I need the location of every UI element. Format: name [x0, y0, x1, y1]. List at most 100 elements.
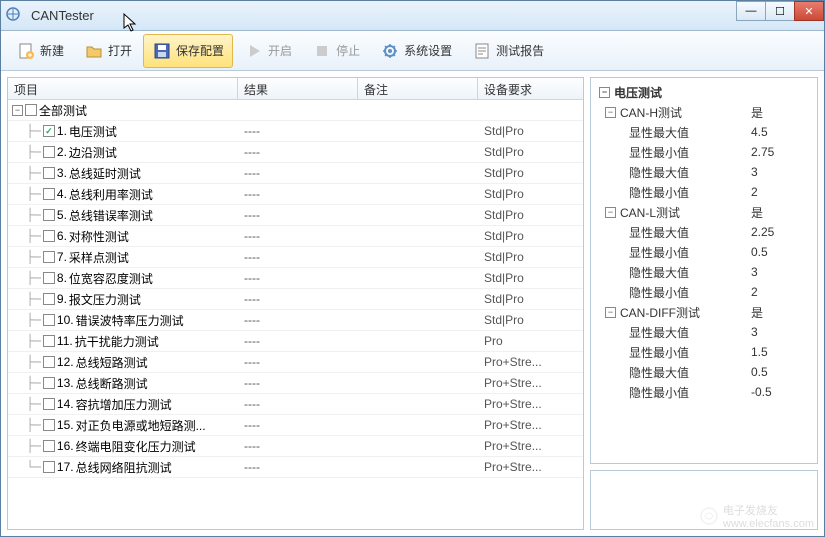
item-label: 总线利用率测试: [69, 186, 153, 203]
item-checkbox[interactable]: [43, 251, 55, 263]
prop-value[interactable]: 3: [751, 165, 811, 179]
prop-value[interactable]: 1.5: [751, 345, 811, 359]
prop-item[interactable]: 显性最大值4.5: [593, 122, 815, 142]
tree-root[interactable]: − 全部测试: [8, 100, 583, 121]
col-result[interactable]: 结果: [238, 78, 358, 99]
prop-group[interactable]: −CAN-H测试是: [593, 102, 815, 122]
tree-item[interactable]: ├─ 15. 对正负电源或地短路测...----Pro+Stre...: [8, 415, 583, 436]
minimize-button[interactable]: —: [736, 1, 766, 21]
tree-body[interactable]: − 全部测试 ├─ 1. 电压测试----Std|Pro ├─ 2. 边沿测试-…: [8, 100, 583, 529]
item-checkbox[interactable]: [43, 335, 55, 347]
test-report-button[interactable]: 测试报告: [463, 34, 553, 68]
prop-value[interactable]: 2: [751, 185, 811, 199]
tree-item[interactable]: ├─ 5. 总线错误率测试----Std|Pro: [8, 205, 583, 226]
item-checkbox[interactable]: [43, 419, 55, 431]
prop-item[interactable]: 显性最小值1.5: [593, 342, 815, 362]
prop-value[interactable]: 2.25: [751, 225, 811, 239]
prop-item[interactable]: 隐性最小值2: [593, 182, 815, 202]
play-icon: [244, 41, 264, 61]
system-settings-button[interactable]: 系统设置: [371, 34, 461, 68]
start-button[interactable]: 开启: [235, 34, 301, 68]
prop-name: 显性最大值: [629, 324, 751, 341]
property-panel[interactable]: −电压测试−CAN-H测试是显性最大值4.5显性最小值2.75隐性最大值3隐性最…: [590, 77, 818, 464]
prop-value[interactable]: 4.5: [751, 125, 811, 139]
root-checkbox[interactable]: [25, 104, 37, 116]
close-button[interactable]: ✕: [794, 1, 824, 21]
item-checkbox[interactable]: [43, 293, 55, 305]
item-checkbox[interactable]: [43, 230, 55, 242]
prop-title: 电压测试: [614, 84, 811, 101]
prop-item[interactable]: 隐性最大值0.5: [593, 362, 815, 382]
item-result: ----: [238, 292, 358, 306]
item-checkbox[interactable]: [43, 398, 55, 410]
item-checkbox[interactable]: [43, 125, 55, 137]
prop-item[interactable]: 显性最大值2.25: [593, 222, 815, 242]
collapse-icon[interactable]: −: [599, 87, 610, 98]
tree-item[interactable]: ├─ 11. 抗干扰能力测试----Pro: [8, 331, 583, 352]
prop-item[interactable]: 显性最小值2.75: [593, 142, 815, 162]
prop-value[interactable]: 3: [751, 325, 811, 339]
item-label: 采样点测试: [69, 249, 129, 266]
item-result: ----: [238, 208, 358, 222]
collapse-icon[interactable]: −: [605, 307, 616, 318]
tree-item[interactable]: ├─ 8. 位宽容忍度测试----Std|Pro: [8, 268, 583, 289]
collapse-icon[interactable]: −: [12, 105, 23, 116]
tree-item[interactable]: ├─ 10. 错误波特率压力测试----Std|Pro: [8, 310, 583, 331]
prop-item[interactable]: 隐性最小值-0.5: [593, 382, 815, 402]
maximize-button[interactable]: ☐: [765, 1, 795, 21]
tree-item[interactable]: ├─ 14. 容抗增加压力测试----Pro+Stre...: [8, 394, 583, 415]
new-button[interactable]: 新建: [7, 34, 73, 68]
collapse-icon[interactable]: −: [605, 107, 616, 118]
item-checkbox[interactable]: [43, 461, 55, 473]
prop-value[interactable]: 0.5: [751, 365, 811, 379]
prop-item[interactable]: 隐性最小值2: [593, 282, 815, 302]
item-checkbox[interactable]: [43, 146, 55, 158]
prop-group[interactable]: −CAN-L测试是: [593, 202, 815, 222]
item-result: ----: [238, 376, 358, 390]
item-checkbox[interactable]: [43, 356, 55, 368]
prop-name: 隐性最大值: [629, 264, 751, 281]
prop-item[interactable]: 隐性最大值3: [593, 262, 815, 282]
prop-group[interactable]: −CAN-DIFF测试是: [593, 302, 815, 322]
stop-button[interactable]: 停止: [303, 34, 369, 68]
item-checkbox[interactable]: [43, 272, 55, 284]
item-num: 15.: [57, 418, 74, 432]
tree-item[interactable]: ├─ 12. 总线短路测试----Pro+Stre...: [8, 352, 583, 373]
tree-item[interactable]: ├─ 4. 总线利用率测试----Std|Pro: [8, 184, 583, 205]
col-note[interactable]: 备注: [358, 78, 478, 99]
col-req[interactable]: 设备要求: [478, 78, 583, 99]
prop-title-row[interactable]: −电压测试: [593, 82, 815, 102]
col-project[interactable]: 项目: [8, 78, 238, 99]
save-config-label: 保存配置: [176, 42, 224, 59]
prop-value[interactable]: 0.5: [751, 245, 811, 259]
tree-item[interactable]: ├─ 3. 总线延时测试----Std|Pro: [8, 163, 583, 184]
tree-item[interactable]: ├─ 6. 对称性测试----Std|Pro: [8, 226, 583, 247]
item-checkbox[interactable]: [43, 188, 55, 200]
tree-item[interactable]: ├─ 7. 采样点测试----Std|Pro: [8, 247, 583, 268]
save-config-button[interactable]: 保存配置: [143, 34, 233, 68]
open-button[interactable]: 打开: [75, 34, 141, 68]
item-result: ----: [238, 124, 358, 138]
prop-item[interactable]: 显性最大值3: [593, 322, 815, 342]
item-checkbox[interactable]: [43, 314, 55, 326]
item-num: 7.: [57, 250, 67, 264]
item-checkbox[interactable]: [43, 209, 55, 221]
tree-item[interactable]: ├─ 1. 电压测试----Std|Pro: [8, 121, 583, 142]
prop-value[interactable]: 2: [751, 285, 811, 299]
item-label: 边沿测试: [69, 144, 117, 161]
collapse-icon[interactable]: −: [605, 207, 616, 218]
prop-value[interactable]: 3: [751, 265, 811, 279]
item-checkbox[interactable]: [43, 377, 55, 389]
prop-value[interactable]: -0.5: [751, 385, 811, 399]
tree-item[interactable]: ├─ 9. 报文压力测试----Std|Pro: [8, 289, 583, 310]
item-checkbox[interactable]: [43, 440, 55, 452]
tree-item[interactable]: ├─ 13. 总线断路测试----Pro+Stre...: [8, 373, 583, 394]
prop-value[interactable]: 2.75: [751, 145, 811, 159]
tree-item[interactable]: ├─ 2. 边沿测试----Std|Pro: [8, 142, 583, 163]
prop-item[interactable]: 显性最小值0.5: [593, 242, 815, 262]
tree-item[interactable]: ├─ 16. 终端电阻变化压力测试----Pro+Stre...: [8, 436, 583, 457]
tree-item[interactable]: └─ 17. 总线网络阻抗测试----Pro+Stre...: [8, 457, 583, 478]
prop-item[interactable]: 隐性最大值3: [593, 162, 815, 182]
group-value: 是: [751, 204, 811, 221]
item-checkbox[interactable]: [43, 167, 55, 179]
